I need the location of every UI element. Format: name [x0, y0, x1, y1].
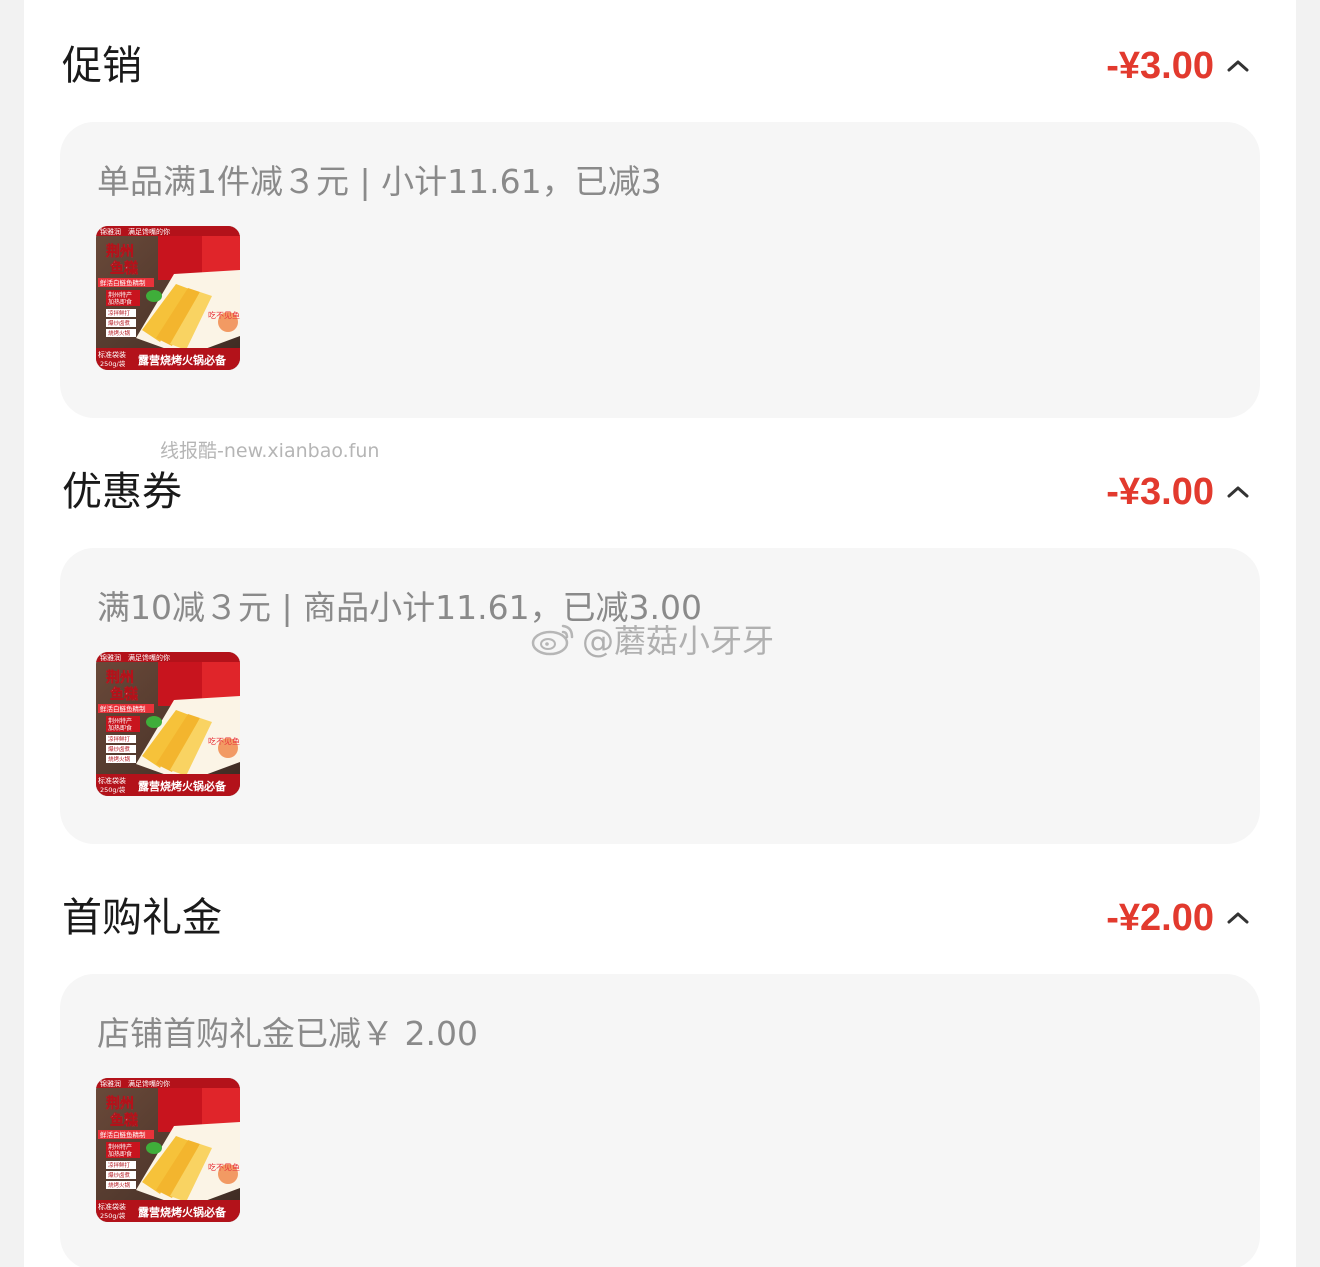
thumb-weight: 250g/袋 [100, 785, 126, 794]
thumb-badge: 吃不见鱼 [208, 1162, 240, 1172]
thumb-name-line1: 荆州 [106, 1095, 134, 1112]
thumb-slogan: 满足馋嘴的你 [128, 227, 170, 236]
section-title: 首购礼金 [62, 895, 222, 941]
thumb-feature5: 烧烤火锅 [108, 755, 131, 763]
thumb-tagline: 鲜活白鲢鱼精制 [100, 278, 146, 287]
thumb-feature1: 荆州特产 [108, 717, 132, 725]
thumb-feature2: 加热即食 [108, 1150, 132, 1158]
thumb-name-line1: 荆州 [106, 243, 134, 260]
thumb-slogan: 满足馋嘴的你 [128, 1079, 170, 1088]
thumb-name-line2: 鱼糕 [110, 260, 138, 277]
site-watermark: 线报酷-new.xianbao.fun [160, 440, 380, 462]
weibo-logo-icon [531, 624, 574, 656]
thumb-name-line1: 荆州 [106, 669, 134, 686]
thumb-feature3: 凉拌鲜打 [108, 309, 131, 317]
section-amount: -¥3.00 [1106, 471, 1214, 513]
thumb-pack-label: 标准袋装 [98, 350, 126, 359]
thumb-feature3: 凉拌鲜打 [108, 1161, 131, 1169]
section-card: 满10减３元 | 商品小计11.61，已减3.00 锦雅润 满足馋嘴的你 荆州 … [60, 548, 1260, 844]
section-title: 促销 [62, 43, 142, 89]
product-image: 锦雅润 满足馋嘴的你 荆州 鱼糕 鲜活白鲢鱼精制 荆州特产 加热即食 凉拌鲜打 … [96, 1078, 240, 1222]
thumb-feature4: 爆炒卤煮 [108, 1171, 131, 1179]
thumb-banner: 露营烧烤火锅必备 [138, 1205, 227, 1219]
thumb-weight: 250g/袋 [100, 1211, 126, 1220]
thumb-pack-label: 标准袋装 [98, 1202, 126, 1211]
thumb-feature4: 爆炒卤煮 [108, 745, 131, 753]
section-description: 店铺首购礼金已减￥ 2.00 [97, 1014, 478, 1053]
discount-details-panel: 促销 -¥3.00 单品满1件减３元 | 小计11.61，已减3 锦雅润 满足馋… [24, 0, 1296, 1267]
thumb-feature5: 烧烤火锅 [108, 329, 131, 337]
product-thumbnail[interactable]: 锦雅润 满足馋嘴的你 荆州 鱼糕 鲜活白鲢鱼精制 荆州特产 加热即食 凉拌鲜打 … [96, 652, 240, 796]
thumb-badge: 吃不见鱼 [208, 310, 240, 320]
thumb-badge: 吃不见鱼 [208, 736, 240, 746]
thumb-brand: 锦雅润 [100, 1079, 121, 1088]
thumb-feature2: 加热即食 [108, 298, 132, 306]
section-title: 优惠券 [62, 469, 182, 515]
product-image: 锦雅润 满足馋嘴的你 荆州 鱼糕 鲜活白鲢鱼精制 荆州特产 加热即食 凉拌鲜打 … [96, 226, 240, 370]
thumb-feature3: 凉拌鲜打 [108, 735, 131, 743]
thumb-feature1: 荆州特产 [108, 291, 132, 299]
thumb-feature1: 荆州特产 [108, 1143, 132, 1151]
thumb-pack-label: 标准袋装 [98, 776, 126, 785]
thumb-feature4: 爆炒卤煮 [108, 319, 131, 327]
product-thumbnail[interactable]: 锦雅润 满足馋嘴的你 荆州 鱼糕 鲜活白鲢鱼精制 荆州特产 加热即食 凉拌鲜打 … [96, 226, 240, 370]
thumb-banner: 露营烧烤火锅必备 [138, 779, 227, 793]
section-amount: -¥3.00 [1106, 45, 1214, 87]
thumb-brand: 锦雅润 [100, 227, 121, 236]
thumb-brand: 锦雅润 [100, 653, 121, 662]
thumb-feature5: 烧烤火锅 [108, 1181, 131, 1189]
thumb-banner: 露营烧烤火锅必备 [138, 353, 227, 367]
weibo-watermark-text: @蘑菇小牙牙 [582, 622, 775, 660]
section-card: 店铺首购礼金已减￥ 2.00 锦雅润 满足馋嘴的你 荆州 鱼糕 鲜活白鲢鱼精制 … [60, 974, 1260, 1267]
section-description: 单品满1件减３元 | 小计11.61，已减3 [97, 162, 662, 201]
thumb-slogan: 满足馋嘴的你 [128, 653, 170, 662]
thumb-tagline: 鲜活白鲢鱼精制 [100, 704, 146, 713]
thumb-name-line2: 鱼糕 [110, 1112, 138, 1129]
chevron-up-icon[interactable] [1226, 480, 1250, 504]
thumb-feature2: 加热即食 [108, 724, 132, 732]
thumb-name-line2: 鱼糕 [110, 686, 138, 703]
chevron-up-icon[interactable] [1226, 54, 1250, 78]
thumb-tagline: 鲜活白鲢鱼精制 [100, 1130, 146, 1139]
chevron-up-icon[interactable] [1226, 906, 1250, 930]
section-card: 单品满1件减３元 | 小计11.61，已减3 锦雅润 满足馋嘴的你 荆州 鱼糕 … [60, 122, 1260, 418]
weibo-watermark: @蘑菇小牙牙 [530, 616, 774, 662]
product-thumbnail[interactable]: 锦雅润 满足馋嘴的你 荆州 鱼糕 鲜活白鲢鱼精制 荆州特产 加热即食 凉拌鲜打 … [96, 1078, 240, 1222]
thumb-weight: 250g/袋 [100, 359, 126, 368]
section-amount: -¥2.00 [1106, 897, 1214, 939]
product-image: 锦雅润 满足馋嘴的你 荆州 鱼糕 鲜活白鲢鱼精制 荆州特产 加热即食 凉拌鲜打 … [96, 652, 240, 796]
